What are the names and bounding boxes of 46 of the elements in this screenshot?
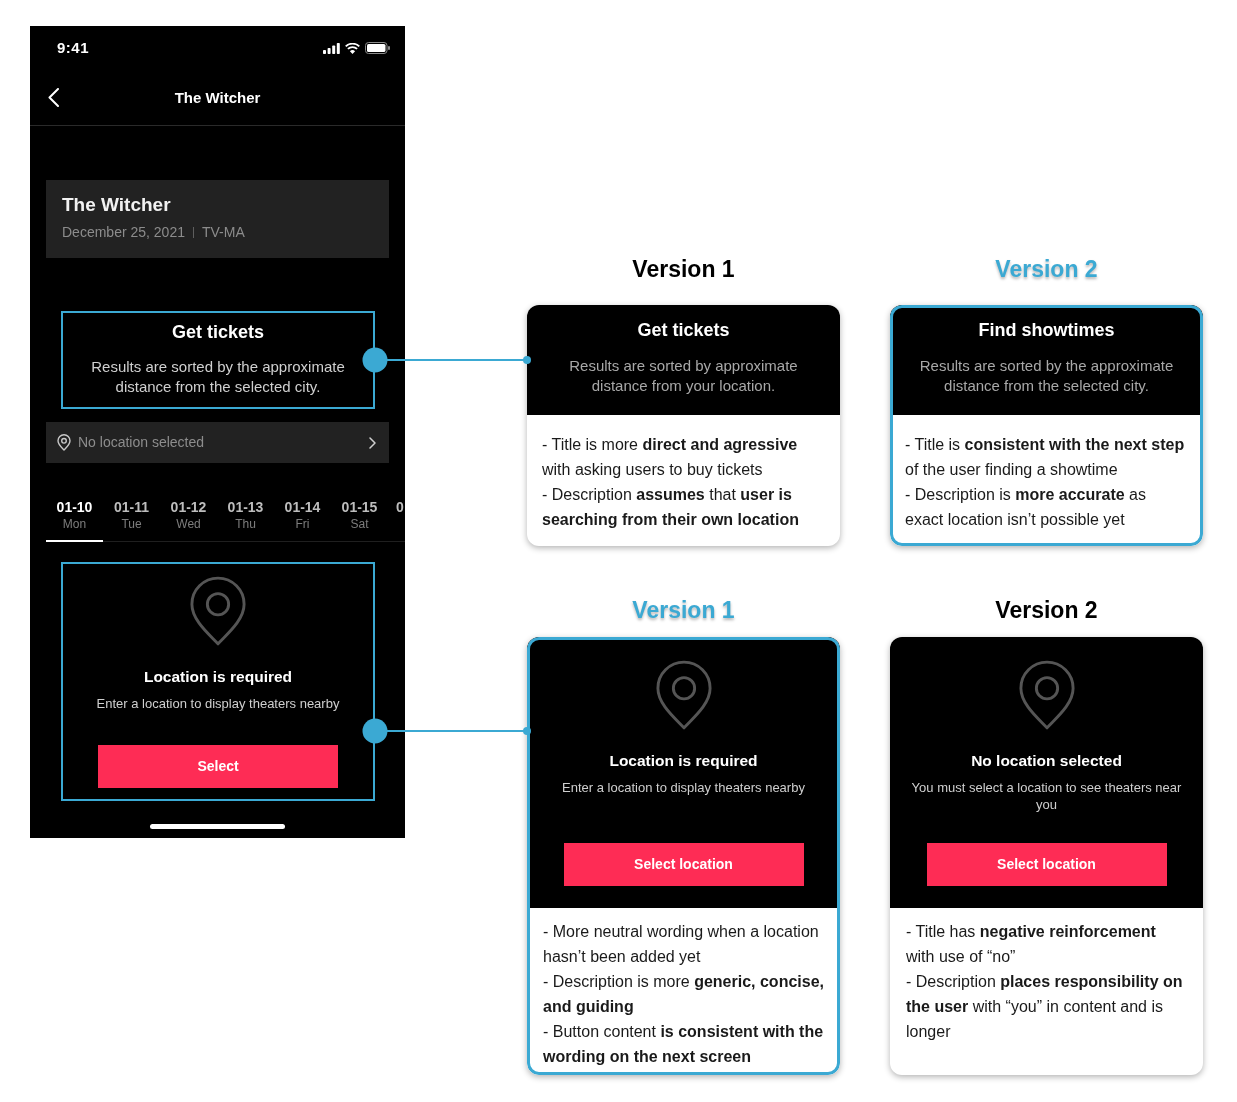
preview-description: Results are sorted by approximate distance from your location. bbox=[568, 356, 799, 396]
note-item: - Description assumes that user is searching from their own location bbox=[542, 485, 800, 530]
pin-icon bbox=[1017, 660, 1076, 730]
version-heading: Version 1 bbox=[632, 255, 735, 283]
date-tab[interactable]: 01-11 Tue bbox=[103, 493, 160, 542]
chevron-right-icon bbox=[369, 436, 376, 449]
battery-icon bbox=[365, 42, 390, 54]
select-button[interactable]: Select bbox=[98, 745, 338, 788]
date-tab[interactable]: 01-13 Thu bbox=[217, 493, 274, 542]
status-time: 9:41 bbox=[57, 38, 90, 58]
date-tab[interactable]: 01-12 Wed bbox=[160, 493, 217, 542]
signal-icon bbox=[323, 42, 340, 54]
screen-title: The Witcher bbox=[174, 87, 261, 108]
version-heading: Version 2 bbox=[995, 255, 1098, 283]
empty-state-description: Enter a location to display theaters nearby bbox=[96, 695, 340, 713]
location-button[interactable]: No location selected bbox=[46, 422, 389, 463]
note-item: - Description places responsibility on the user with “you” in content and is longer bbox=[906, 972, 1184, 1042]
note-item: - Button content is consistent with the wording on the next screen bbox=[543, 1022, 824, 1067]
section-description: Results are sorted by the approximate distance from the selected city. bbox=[90, 357, 346, 397]
empty-state-title: Location is required bbox=[143, 667, 293, 687]
preview-title: Location is required bbox=[609, 751, 758, 771]
preview-description: Enter a location to display theaters nearby bbox=[562, 779, 805, 796]
version-heading: Version 1 bbox=[632, 596, 735, 624]
pin-icon bbox=[189, 576, 247, 646]
release-date: December 25, 2021 bbox=[62, 223, 185, 242]
preview-title: No location selected bbox=[971, 751, 1122, 771]
pin-icon bbox=[654, 660, 713, 730]
select-location-button[interactable]: Select location bbox=[926, 843, 1167, 886]
preview-description: Results are sorted by the approximate distance from the selected city. bbox=[918, 356, 1175, 396]
preview-description: You must select a location to see theaters near you bbox=[910, 779, 1183, 813]
version-heading: Version 2 bbox=[995, 596, 1098, 624]
movie-title: The Witcher bbox=[62, 193, 171, 217]
preview-title: Find showtimes bbox=[978, 319, 1115, 342]
back-icon[interactable] bbox=[48, 88, 59, 107]
section-title: Get tickets bbox=[171, 321, 264, 344]
select-location-button[interactable]: Select location bbox=[563, 843, 804, 886]
note-item: - Description is more accurate as exact location isn’t possible yet bbox=[905, 485, 1147, 530]
date-tab[interactable]: 0 bbox=[396, 493, 404, 518]
date-tab[interactable]: 01-10 Mon bbox=[46, 493, 103, 542]
pin-icon bbox=[57, 434, 71, 451]
note-item: - Title has negative reinforcement with use of “no” bbox=[906, 922, 1157, 967]
preview-title: Get tickets bbox=[637, 319, 730, 342]
date-tab[interactable]: 01-15 Sat bbox=[331, 493, 388, 542]
wifi-icon bbox=[345, 42, 360, 54]
rating-label: TV-MA bbox=[201, 223, 245, 242]
date-tab[interactable]: 01-14 Fri bbox=[274, 493, 331, 542]
